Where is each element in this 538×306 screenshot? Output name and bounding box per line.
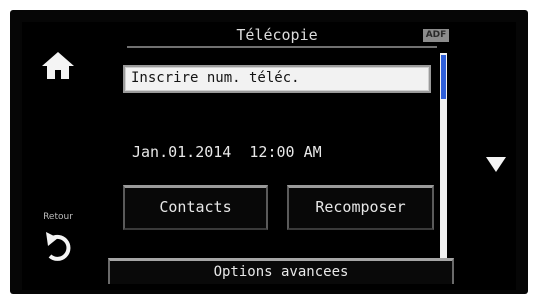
scroll-down-icon <box>486 157 506 172</box>
scrollbar[interactable] <box>440 53 447 276</box>
home-icon <box>42 52 74 79</box>
advanced-options-button[interactable]: Options avancees <box>108 258 454 284</box>
screen-title: Télécopie <box>236 26 318 44</box>
scroll-down-button[interactable] <box>484 154 508 174</box>
title-divider <box>127 46 437 48</box>
contacts-button[interactable]: Contacts <box>123 185 268 230</box>
back-button[interactable] <box>38 226 78 266</box>
fax-number-input[interactable]: Inscrire num. téléc. <box>123 65 431 93</box>
adf-badge: ADF <box>423 29 449 42</box>
fax-input-placeholder: Inscrire num. téléc. <box>131 70 300 86</box>
date-time: Jan.01.2014 12:00 AM <box>132 143 322 161</box>
back-arrow-icon <box>46 232 71 261</box>
lcd-screen: Télécopie ADF Retour Inscrire num. téléc… <box>22 22 516 290</box>
scrollbar-thumb[interactable] <box>441 55 446 99</box>
redial-button[interactable]: Recomposer <box>287 185 434 230</box>
back-label: Retour <box>43 212 73 222</box>
home-button[interactable] <box>38 46 78 86</box>
